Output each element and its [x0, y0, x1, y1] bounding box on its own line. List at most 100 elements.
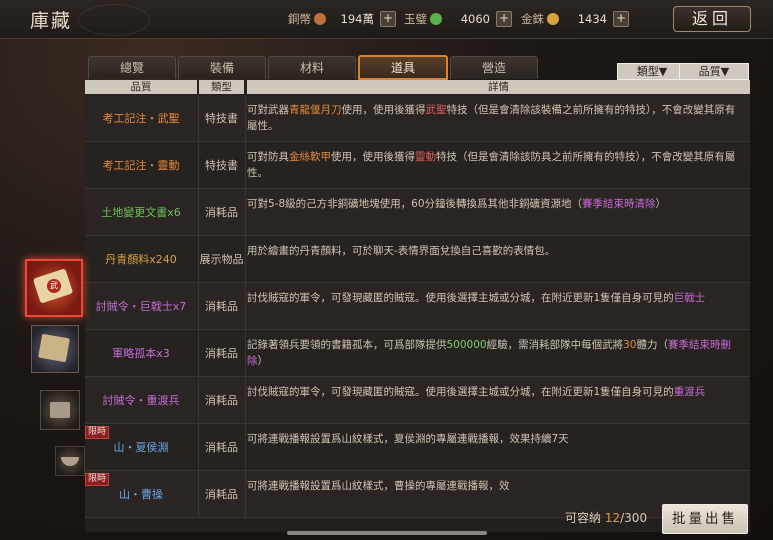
description-segment: 可將連戰播報設置爲山紋樣式，夏侯淵的專屬連戰播報，效果持續7天 — [247, 433, 569, 445]
seal-icon: 武 — [47, 279, 61, 293]
batch-sell-button[interactable]: 批量出售 — [662, 504, 748, 534]
description-segment: 可將連戰播報設置爲山紋樣式，曹操的專屬連戰播報，效 — [247, 480, 510, 492]
description-segment: 經驗，需消耗部隊中每個武將 — [486, 339, 624, 351]
tab-equipment[interactable]: 裝備 — [178, 56, 266, 79]
column-divider — [245, 330, 246, 376]
item-description: 討伐賊寇的軍令，可發現藏匿的賊寇。使用後選擇主城或分城，在附近更新1隻僅自身可見… — [247, 283, 743, 329]
tab-materials[interactable]: 材料 — [268, 56, 356, 79]
item-description: 用於繪畫的丹青顏料，可於聊天-表情界面兌換自己喜歡的表情包。 — [247, 236, 743, 282]
resource-copper: 銅幣 194萬 + — [288, 9, 396, 29]
description-segment: 巨戟士 — [673, 292, 706, 304]
description-segment: 重渡兵 — [673, 386, 706, 398]
header-details: 詳情 — [247, 80, 750, 94]
back-button[interactable]: 返回 — [673, 6, 751, 32]
item-description: 討伐賊寇的軍令，可發現藏匿的賊寇。使用後選擇主城或分城，在附近更新1隻僅自身可見… — [247, 377, 743, 423]
item-description: 可對武器青龍偃月刀使用，使用後獲得武聖特技（但是會清除該裝備之前所擁有的特技），… — [247, 95, 743, 141]
item-description: 記錄著領兵要領的書籍孤本，可爲部隊提供500000經驗，需消耗部隊中每個武將30… — [247, 330, 743, 376]
table-row[interactable]: 限時 山・夏侯淵 消耗品 可將連戰播報設置爲山紋樣式，夏侯淵的專屬連戰播報，效果持續7… — [85, 424, 750, 471]
item-name: 考工記注・靈動 — [102, 159, 180, 172]
bowl-shape-icon — [61, 457, 79, 466]
description-segment: 青龍偃月刀 — [289, 104, 342, 116]
description-segment: 體力（ — [636, 339, 668, 351]
description-segment: 可對5-8級的己方非銅礦地塊使用，60分鐘後轉換爲其他非銅礦資源地（ — [247, 198, 583, 210]
item-type: 消耗品 — [205, 300, 238, 313]
page-title: 庫藏 — [30, 10, 73, 32]
capacity-label: 可容納 — [565, 511, 602, 525]
item-name: 軍略孤本x3 — [112, 347, 170, 360]
items-table[interactable]: 品質 類型 詳情 考工記注・武聖 特技書 可對武器青龍偃月刀使用，使用後獲得武聖特技… — [85, 80, 750, 532]
description-segment: 記錄著領兵要領的書籍孤本，可爲部隊提供 — [247, 339, 447, 351]
box-shape-icon — [50, 402, 70, 418]
add-gold-button[interactable]: + — [613, 11, 629, 27]
item-description: 可將連戰播報設置爲山紋樣式，夏侯淵的專屬連戰播報，效果持續7天 — [247, 424, 743, 470]
description-segment: 武聖 — [425, 104, 447, 116]
item-name: 土地變更文書x6 — [101, 206, 181, 219]
book-page-icon — [38, 333, 70, 363]
table-row[interactable]: 考工記注・靈動 特技書 可對防具金絲軟甲使用，使用後獲得靈動特技（但是會清除該防具之… — [85, 142, 750, 189]
tab-items[interactable]: 道具 — [358, 55, 448, 80]
resource-value: 194萬 — [340, 12, 374, 26]
jade-icon — [430, 13, 442, 25]
add-jade-button[interactable]: + — [496, 11, 512, 27]
item-name: 討賊令・巨戟士x7 — [95, 300, 187, 313]
column-divider — [245, 142, 246, 188]
column-divider — [245, 189, 246, 235]
item-description: 可對5-8級的己方非銅礦地塊使用，60分鐘後轉換爲其他非銅礦資源地（賽季結束時清… — [247, 189, 743, 235]
tab-construction[interactable]: 營造 — [450, 56, 538, 79]
item-type: 消耗品 — [205, 206, 238, 219]
table-row[interactable]: 軍略孤本x3 消耗品 記錄著領兵要領的書籍孤本，可爲部隊提供500000經驗，需消耗… — [85, 330, 750, 377]
column-divider — [245, 424, 246, 470]
cloud-ornament-icon — [78, 4, 150, 36]
table-row[interactable]: 討賊令・重渡兵 消耗品 討伐賊寇的軍令，可發現藏匿的賊寇。使用後選擇主城或分城，在附… — [85, 377, 750, 424]
description-segment: 可對武器 — [247, 104, 289, 116]
gold-coin-icon — [547, 13, 559, 25]
description-segment: 用於繪畫的丹青顏料，可於聊天-表情界面兌換自己喜歡的表情包。 — [247, 245, 556, 257]
item-type: 消耗品 — [205, 441, 238, 454]
table-row[interactable]: 土地變更文書x6 消耗品 可對5-8級的己方非銅礦地塊使用，60分鐘後轉換爲其他非銅… — [85, 189, 750, 236]
column-divider — [245, 283, 246, 329]
selected-item-scroll-icon[interactable]: 武 — [25, 259, 83, 317]
item-type: 消耗品 — [205, 347, 238, 360]
item-name: 討賊令・重渡兵 — [102, 394, 180, 407]
add-copper-button[interactable]: + — [380, 11, 396, 27]
description-segment: 30 — [623, 339, 637, 351]
table-row[interactable]: 討賊令・巨戟士x7 消耗品 討伐賊寇的軍令，可發現藏匿的賊寇。使用後選擇主城或分城，… — [85, 283, 750, 330]
capacity-used: 12 — [604, 511, 621, 525]
description-segment: 使用，使用後獲得 — [331, 151, 415, 163]
type-filter-button[interactable]: 類型▼ — [617, 63, 687, 80]
item-name: 考工記注・武聖 — [102, 112, 180, 125]
table-header: 品質 類型 詳情 — [85, 80, 750, 94]
resource-label: 玉璧 — [404, 12, 427, 26]
table-row[interactable]: 考工記注・武聖 特技書 可對武器青龍偃月刀使用，使用後獲得武聖特技（但是會清除該裝備… — [85, 95, 750, 142]
capacity-readout: 可容納 12/300 — [565, 509, 647, 526]
table-row[interactable]: 限時 山・曹操 消耗品 可將連戰播報設置爲山紋樣式，曹操的專屬連戰播報，效 — [85, 471, 750, 518]
item-description: 可對防具金絲軟甲使用，使用後獲得靈動特技（但是會清除該防具之前所擁有的特技），不… — [247, 142, 743, 188]
resource-label: 銅幣 — [288, 12, 311, 26]
item-name: 丹青顏料x240 — [105, 253, 177, 266]
item-name: 山・曹操 — [119, 488, 163, 501]
description-segment: ） — [655, 198, 667, 210]
column-divider — [245, 377, 246, 423]
column-divider — [245, 471, 246, 517]
description-segment: 可對防具 — [247, 151, 289, 163]
description-segment: 500000 — [446, 339, 487, 351]
item-type: 特技書 — [205, 159, 238, 172]
home-indicator[interactable] — [287, 531, 487, 535]
resource-jade: 玉璧 4060 + — [404, 9, 512, 29]
description-segment: ） — [257, 355, 269, 367]
header-type: 類型 — [199, 80, 244, 94]
quality-filter-button[interactable]: 品質▼ — [679, 63, 749, 80]
item-type: 特技書 — [205, 112, 238, 125]
table-row[interactable]: 丹青顏料x240 展示物品 用於繪畫的丹青顏料，可於聊天-表情界面兌換自己喜歡的表情… — [85, 236, 750, 283]
item-type: 消耗品 — [205, 488, 238, 501]
item-type: 消耗品 — [205, 394, 238, 407]
capacity-total: /300 — [620, 511, 648, 525]
item-name: 山・夏侯淵 — [113, 441, 169, 454]
book-item-icon[interactable] — [31, 325, 79, 373]
box-item-icon[interactable] — [40, 390, 80, 430]
description-segment: 討伐賊寇的軍令，可發現藏匿的賊寇。使用後選擇主城或分城，在附近更新1隻僅自身可見… — [247, 292, 674, 304]
bowl-item-icon[interactable] — [55, 446, 85, 476]
description-segment: 賽季結束時清除 — [582, 198, 656, 210]
tab-overview[interactable]: 總覽 — [88, 56, 176, 79]
description-segment: 使用，使用後獲得 — [341, 104, 426, 116]
